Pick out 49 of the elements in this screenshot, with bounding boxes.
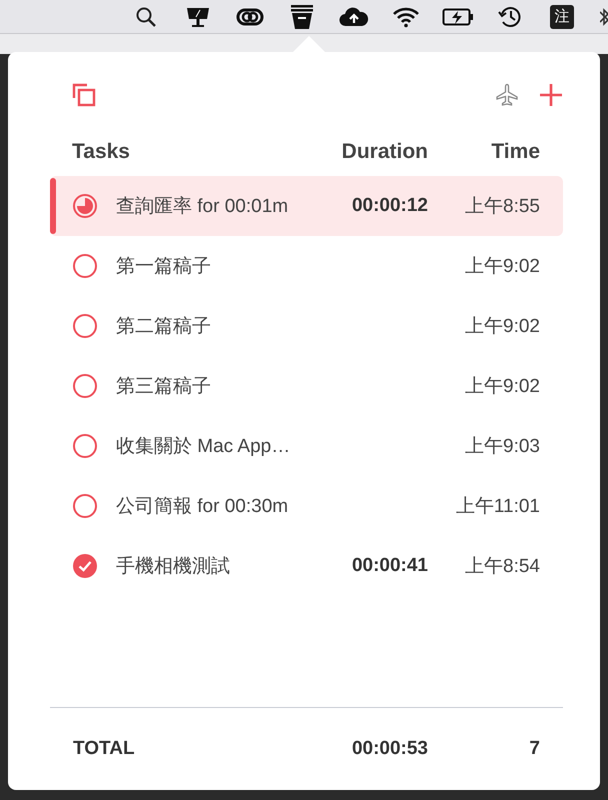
input-method-icon[interactable]: 注 [550, 4, 574, 28]
task-title: 第三篇稿子 [116, 375, 212, 399]
task-time: 上午11:01 [454, 495, 540, 519]
wifi-icon[interactable] [392, 6, 420, 28]
bluetooth-icon[interactable] [600, 6, 608, 28]
task-row[interactable]: 公司簡報 for 00:30m 上午11:01 [50, 476, 563, 536]
task-time: 上午9:02 [464, 255, 540, 279]
task-time: 上午9:02 [464, 315, 540, 339]
duration-column-header: Duration [340, 140, 428, 164]
task-title: 第二篇稿子 [116, 315, 212, 339]
battery-charging-icon[interactable] [442, 8, 474, 26]
total-duration: 00:00:53 [350, 738, 428, 760]
task-count: 7 [528, 738, 540, 760]
task-duration: 00:00:12 [350, 195, 428, 217]
progress-pie-icon[interactable] [72, 193, 98, 219]
search-icon[interactable] [135, 6, 157, 28]
airplane-icon[interactable] [495, 83, 519, 107]
clock-history-icon[interactable] [497, 4, 523, 28]
task-time: 上午9:02 [464, 375, 540, 399]
task-row[interactable]: 第一篇稿子 上午9:02 [50, 236, 563, 296]
checked-circle[interactable] [72, 553, 98, 579]
tasks-column-header: Tasks [72, 140, 131, 164]
time-column-header: Time [490, 140, 540, 164]
task-row[interactable]: 查詢匯率 for 00:01m 00:00:12 上午8:55 [50, 176, 563, 236]
task-time: 上午9:03 [464, 435, 540, 459]
task-row[interactable]: 第三篇稿子 上午9:02 [50, 356, 563, 416]
checkbox-circle[interactable] [72, 493, 98, 519]
checkbox-circle[interactable] [72, 253, 98, 279]
task-title: 公司簡報 for 00:30m [116, 495, 290, 519]
task-row[interactable]: 收集關於 Mac App… 上午9:03 [50, 416, 563, 476]
linked-rings-icon[interactable] [236, 6, 264, 26]
checkbox-circle[interactable] [72, 433, 98, 459]
add-icon[interactable] [539, 83, 563, 107]
task-title: 手機相機測試 [116, 555, 231, 579]
checkbox-circle[interactable] [72, 313, 98, 339]
copy-icon[interactable] [72, 83, 96, 107]
task-title: 收集關於 Mac App… [116, 435, 292, 459]
task-title: 查詢匯率 for 00:01m [116, 195, 290, 219]
checkbox-circle[interactable] [72, 373, 98, 399]
display-icon[interactable] [185, 6, 211, 28]
total-label: TOTAL [73, 738, 136, 760]
task-row[interactable]: 手機相機測試 00:00:41 上午8:54 [50, 536, 563, 596]
task-time: 上午8:54 [464, 555, 540, 579]
task-duration: 00:00:41 [350, 555, 428, 577]
task-row[interactable]: 第二篇稿子 上午9:02 [50, 296, 563, 356]
task-time: 上午8:55 [464, 195, 540, 219]
bucket-icon[interactable] [290, 4, 314, 30]
cloud-upload-icon[interactable] [339, 6, 369, 28]
task-title: 第一篇稿子 [116, 255, 212, 279]
